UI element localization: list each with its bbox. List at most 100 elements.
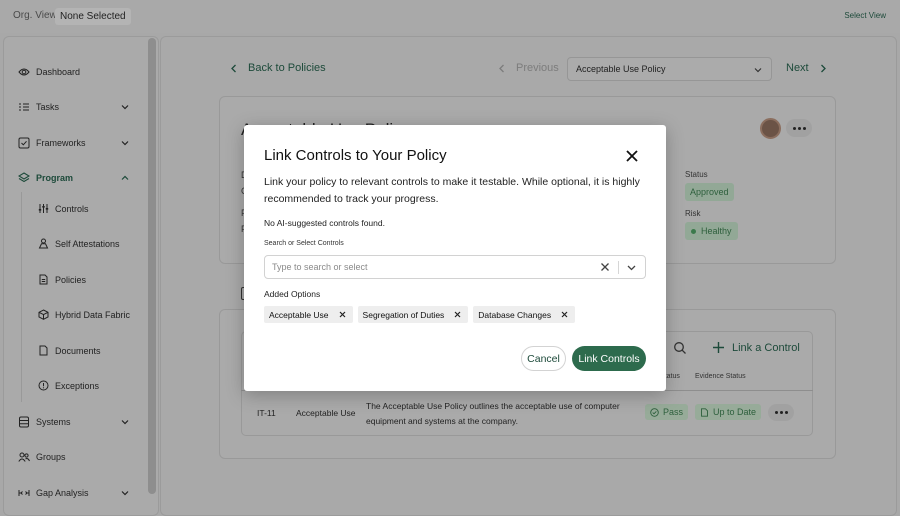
sidebar-item-policies[interactable]: Policies: [38, 274, 86, 285]
close-icon[interactable]: [625, 149, 639, 163]
alert-circle-icon: [38, 380, 49, 391]
sidebar-item-label: Self Attestations: [55, 238, 120, 249]
chevron-down-icon[interactable]: [121, 418, 129, 426]
link-controls-button[interactable]: Link Controls: [572, 346, 646, 371]
no-suggestions-text: No AI-suggested controls found.: [264, 218, 385, 228]
next-label: Next: [786, 62, 809, 74]
plus-icon: [713, 342, 724, 353]
chevron-down-icon[interactable]: [121, 139, 129, 147]
sidebar-item-label: Controls: [55, 203, 89, 214]
controls-search-input[interactable]: [272, 256, 582, 278]
eye-icon: [18, 66, 30, 78]
person-icon: [38, 238, 49, 249]
org-selection-button[interactable]: None Selected: [55, 8, 131, 25]
sidebar-item-systems[interactable]: Systems: [18, 416, 71, 428]
control-id: IT-11: [257, 408, 276, 418]
added-options-label: Added Options: [264, 289, 321, 299]
chevron-right-icon: [820, 64, 826, 72]
check-circle-icon: [650, 407, 659, 417]
sidebar-item-self-attestations[interactable]: Self Attestations: [38, 238, 120, 249]
subnav-line: [21, 192, 22, 402]
column-header-evidence-status: Evidence Status: [695, 373, 746, 380]
sidebar-item-label: Systems: [36, 417, 71, 427]
gap-icon: [18, 487, 30, 499]
chip-database-changes: Database Changes: [473, 306, 576, 323]
more-options-button[interactable]: [786, 119, 812, 137]
previous-button[interactable]: Previous: [498, 62, 559, 74]
back-label: Back to Policies: [248, 62, 326, 74]
clear-icon[interactable]: [600, 262, 610, 272]
sidebar-item-label: Documents: [55, 345, 101, 356]
search-icon[interactable]: [673, 341, 687, 355]
sidebar-item-groups[interactable]: Groups: [18, 451, 66, 463]
evidence-badge: Up to Date: [695, 404, 762, 420]
next-button[interactable]: Next: [786, 62, 827, 74]
row-more-options-button[interactable]: [768, 404, 794, 421]
remove-chip-icon[interactable]: [339, 311, 346, 318]
file-icon: [38, 274, 49, 285]
sidebar-item-program[interactable]: Program: [18, 172, 73, 184]
check-square-icon: [18, 137, 30, 149]
chevron-down-icon[interactable]: [121, 103, 129, 111]
status-badge: Approved: [685, 183, 734, 201]
search-label: Search or Select Controls: [264, 240, 344, 247]
back-to-policies-link[interactable]: Back to Policies: [230, 62, 326, 74]
select-view-link[interactable]: Select View: [844, 11, 886, 20]
dot-icon: [797, 126, 801, 130]
dot-icon: [774, 411, 778, 414]
risk-value: Healthy: [701, 226, 732, 236]
chevron-down-icon: [754, 68, 762, 73]
status-dot-icon: [691, 228, 696, 234]
remove-chip-icon[interactable]: [561, 311, 568, 318]
sidebar-item-controls[interactable]: Controls: [38, 203, 89, 214]
cube-icon: [38, 309, 49, 320]
list-icon: [18, 101, 30, 113]
sidebar-item-label: Hybrid Data Fabric: [55, 309, 131, 320]
sidebar-item-label: Frameworks: [36, 138, 86, 148]
sidebar-scrollbar[interactable]: [148, 38, 156, 494]
modal-title: Link Controls to Your Policy: [264, 147, 447, 164]
control-description-line: The Acceptable Use Policy outlines the a…: [366, 401, 620, 411]
sidebar-item-label: Groups: [36, 452, 66, 462]
added-options-list: Acceptable Use Segregation of Duties Dat…: [264, 306, 576, 323]
layers-icon: [18, 172, 30, 184]
modal-description: Link your policy to relevant controls to…: [264, 176, 640, 205]
remove-chip-icon[interactable]: [454, 311, 461, 318]
database-icon: [18, 416, 30, 428]
sidebar-item-frameworks[interactable]: Frameworks: [18, 137, 86, 149]
link-a-control-button[interactable]: Link a Control: [712, 341, 800, 354]
chevron-down-icon[interactable]: [627, 264, 636, 272]
chevron-left-icon: [499, 64, 504, 72]
cancel-button[interactable]: Cancel: [521, 346, 566, 371]
dot-icon: [784, 411, 788, 414]
sidebar-item-label: Exceptions: [55, 380, 100, 391]
pass-badge: Pass: [645, 404, 689, 420]
users-icon: [18, 451, 30, 463]
status-label: Status: [685, 170, 708, 179]
chip-segregation-of-duties: Segregation of Duties: [357, 306, 469, 323]
policy-select[interactable]: Acceptable Use Policy: [567, 57, 772, 81]
org-view-label: Org. View: [13, 10, 57, 21]
evidence-label: Up to Date: [713, 407, 757, 417]
top-bar: Org. View None Selected Select View: [0, 0, 900, 33]
sidebar-item-label: Tasks: [36, 102, 60, 112]
sidebar-item-dashboard[interactable]: Dashboard: [18, 66, 80, 78]
sidebar-item-gap-analysis[interactable]: Gap Analysis: [18, 487, 89, 499]
sidebar-item-exceptions[interactable]: Exceptions: [38, 380, 99, 391]
avatar[interactable]: [760, 118, 781, 139]
chevron-down-icon[interactable]: [121, 489, 129, 497]
previous-label: Previous: [516, 62, 559, 74]
sidebar-item-label: Program: [36, 173, 74, 183]
link-controls-modal: Link Controls to Your Policy Link your p…: [244, 125, 666, 391]
policy-select-value: Acceptable Use Policy: [576, 64, 666, 74]
sidebar-item-documents[interactable]: Documents: [38, 345, 101, 356]
sidebar-item-tasks[interactable]: Tasks: [18, 101, 59, 113]
dot-icon: [792, 126, 796, 130]
chevron-up-icon[interactable]: [121, 174, 129, 182]
link-a-control-label: Link a Control: [732, 341, 800, 354]
chip-label: Segregation of Duties: [362, 309, 445, 320]
control-description-line: equipment and systems at the company.: [366, 416, 518, 426]
sidebar-item-hybrid-data-fabric[interactable]: Hybrid Data Fabric: [38, 309, 130, 320]
controls-search-field: [264, 255, 646, 279]
dot-icon: [802, 126, 806, 130]
